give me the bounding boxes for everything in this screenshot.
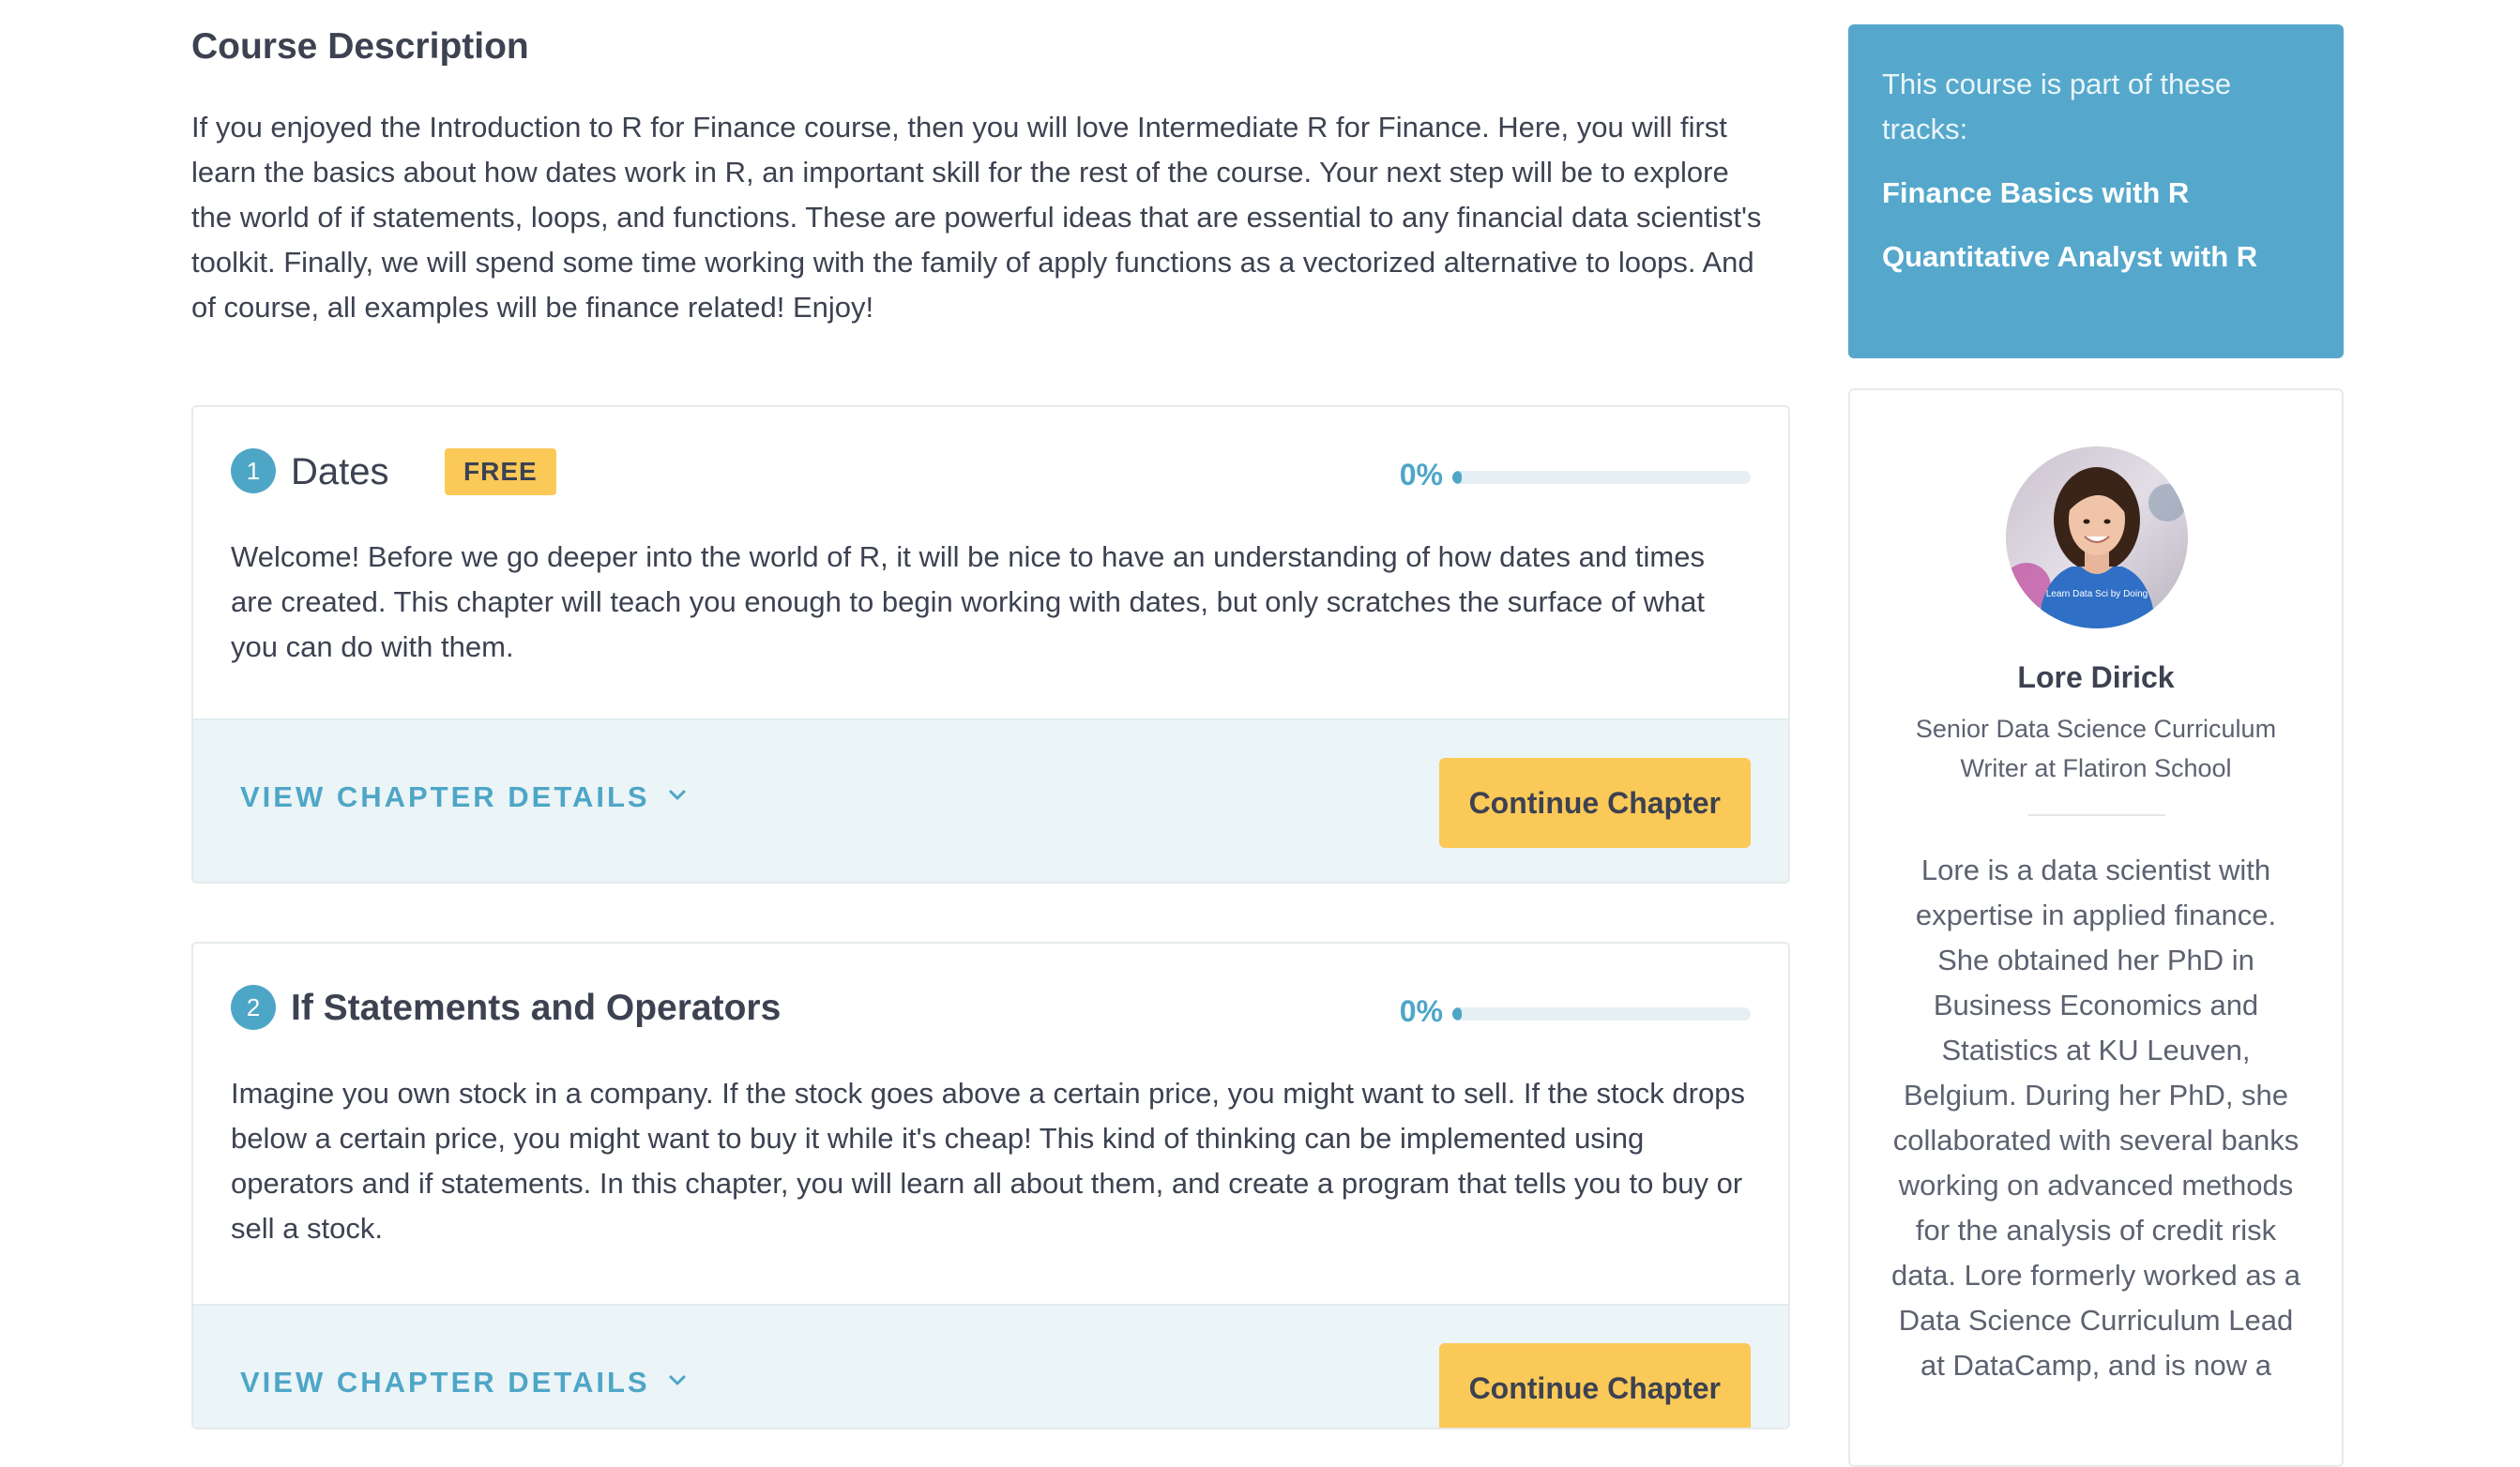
progress-percent: 0% (1399, 994, 1443, 1028)
instructor-bio: Lore is a data scientist with expertise … (1891, 854, 2300, 1382)
track-link-finance-basics[interactable]: Finance Basics with R (1882, 171, 2310, 216)
instructor-title: Senior Data Science Curriculum Writer at… (1915, 715, 2277, 782)
continue-chapter-button[interactable]: Continue Chapter (1438, 758, 1751, 848)
progress-bar-fill (1452, 471, 1462, 484)
view-chapter-details-link[interactable]: VIEW CHAPTER DETAILS (240, 780, 688, 814)
chapter-title[interactable]: If Statements and Operators (291, 983, 781, 1034)
chevron-down-icon (669, 790, 686, 800)
view-chapter-details-link[interactable]: VIEW CHAPTER DETAILS (240, 1366, 688, 1399)
chapter-card-2: 2 If Statements and Operators 0% Imagine… (191, 942, 1790, 1429)
chevron-down-icon (669, 1375, 686, 1385)
continue-chapter-button[interactable]: Continue Chapter (1438, 1343, 1751, 1428)
chapter-footer: VIEW CHAPTER DETAILS Continue Chapter (193, 718, 1788, 882)
progress-bar-fill (1452, 1007, 1462, 1021)
course-description-text: If you enjoyed the Introduction to R for… (191, 111, 1762, 324)
divider (2028, 814, 2165, 816)
chapter-description: Welcome! Before we go deeper into the wo… (231, 540, 1705, 663)
instructor-avatar[interactable]: Learn Data Sci by Doing (2006, 446, 2188, 628)
chapter-header: 1 Dates FREE 0% (231, 446, 1751, 499)
course-description-heading: Course Description (191, 26, 529, 67)
chapter-description: Imagine you own stock in a company. If t… (231, 1077, 1745, 1245)
view-chapter-details-label: VIEW CHAPTER DETAILS (240, 780, 650, 813)
instructor-name[interactable]: Lore Dirick (1850, 660, 2342, 695)
chapter-card-1: 1 Dates FREE 0% Welcome! Before we go de… (191, 405, 1790, 884)
chapter-number-badge: 1 (231, 448, 276, 493)
tracks-box: This course is part of these tracks: Fin… (1848, 24, 2344, 358)
chapter-title[interactable]: Dates (291, 446, 389, 497)
shirt-text: Learn Data Sci by Doing (2046, 589, 2148, 599)
chapter-footer: VIEW CHAPTER DETAILS Continue Chapter (193, 1304, 1788, 1428)
progress-bar (1452, 1007, 1751, 1021)
free-badge: FREE (445, 448, 556, 495)
track-link-quantitative-analyst[interactable]: Quantitative Analyst with R (1882, 234, 2310, 280)
view-chapter-details-label: VIEW CHAPTER DETAILS (240, 1366, 650, 1399)
tracks-intro-text: This course is part of these tracks: (1882, 68, 2232, 145)
progress-percent: 0% (1399, 458, 1443, 492)
instructor-card: Learn Data Sci by Doing Lore Dirick Seni… (1848, 388, 2344, 1467)
progress-bar (1452, 471, 1751, 484)
chapter-header: 2 If Statements and Operators 0% (231, 983, 1751, 1036)
chapter-number-badge: 2 (231, 985, 276, 1030)
avatar-image: Learn Data Sci by Doing (2006, 446, 2188, 628)
